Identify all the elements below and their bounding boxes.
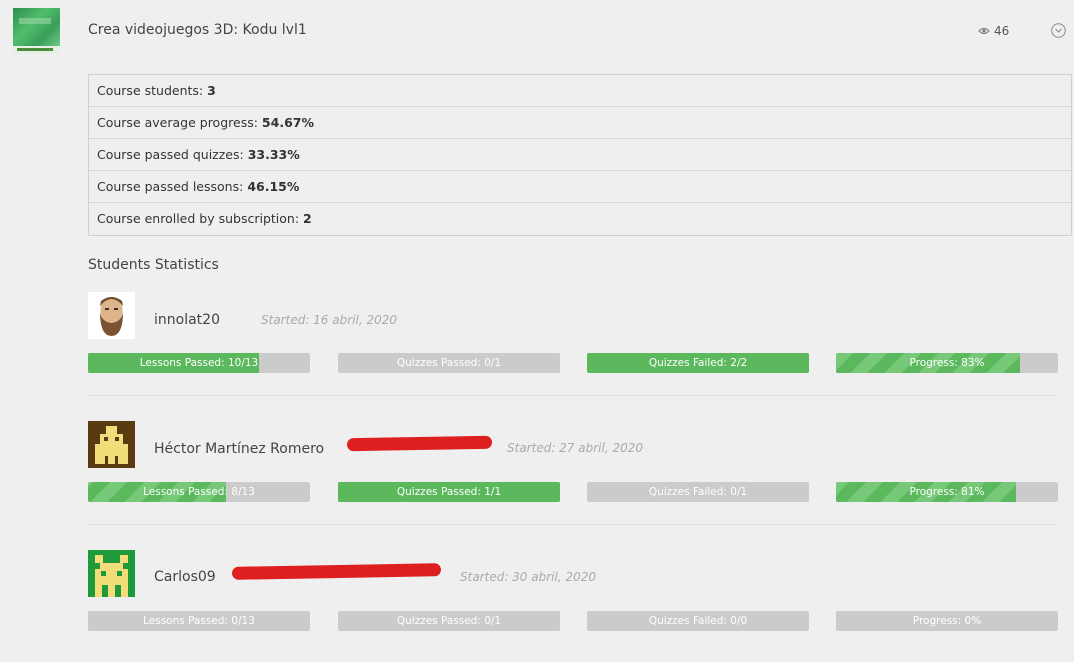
- pixel-identicon-green[interactable]: [88, 550, 135, 597]
- stat-row: Course average progress: 54.67%: [89, 107, 1071, 139]
- bearded-man-avatar[interactable]: [88, 292, 135, 339]
- stat-row: Course passed quizzes: 33.33%: [89, 139, 1071, 171]
- stat-row: Course passed lessons: 46.15%: [89, 171, 1071, 203]
- views-counter: 46: [978, 24, 1009, 38]
- progress-bar: Progress: 83%: [836, 353, 1058, 373]
- quizzes-passed-bar: Quizzes Passed: 0/1: [338, 611, 560, 631]
- quizzes-passed-bar: Quizzes Passed: 1/1: [338, 482, 560, 502]
- progress-bar: Progress: 0%: [836, 611, 1058, 631]
- views-count: 46: [994, 24, 1010, 38]
- student-name[interactable]: Héctor Martínez Romero: [154, 441, 324, 457]
- started-date: Started: 27 abril, 2020: [507, 441, 643, 455]
- divider: [88, 524, 1058, 525]
- lessons-passed-bar: Lessons Passed: 8/13: [88, 482, 310, 502]
- pixel-identicon-yellow[interactable]: [88, 421, 135, 468]
- stat-row: Course students: 3: [89, 75, 1071, 107]
- started-date: Started: 16 abril, 2020: [261, 313, 397, 327]
- course-thumbnail[interactable]: [13, 8, 60, 54]
- lessons-passed-bar: Lessons Passed: 0/13: [88, 611, 310, 631]
- course-title[interactable]: Crea videojuegos 3D: Kodu lvl1: [88, 22, 307, 38]
- lessons-passed-bar: Lessons Passed: 10/13: [88, 353, 310, 373]
- redaction-mark: [231, 563, 442, 580]
- eye-icon: [978, 28, 990, 34]
- course-stats-table: Course students: 3 Course average progre…: [88, 74, 1072, 236]
- quizzes-failed-bar: Quizzes Failed: 0/1: [587, 482, 809, 502]
- students-statistics-heading: Students Statistics: [88, 257, 219, 273]
- chevron-down-icon[interactable]: [1051, 23, 1066, 38]
- quizzes-failed-bar: Quizzes Failed: 0/0: [587, 611, 809, 631]
- quizzes-passed-bar: Quizzes Passed: 0/1: [338, 353, 560, 373]
- divider: [88, 395, 1058, 396]
- stat-row: Course enrolled by subscription: 2: [97, 211, 312, 226]
- student-name[interactable]: Carlos09: [154, 569, 216, 585]
- progress-bar: Progress: 81%: [836, 482, 1058, 502]
- redaction-mark: [346, 435, 493, 452]
- started-date: Started: 30 abril, 2020: [460, 570, 596, 584]
- quizzes-failed-bar: Quizzes Failed: 2/2: [587, 353, 809, 373]
- student-name[interactable]: innolat20: [154, 312, 220, 328]
